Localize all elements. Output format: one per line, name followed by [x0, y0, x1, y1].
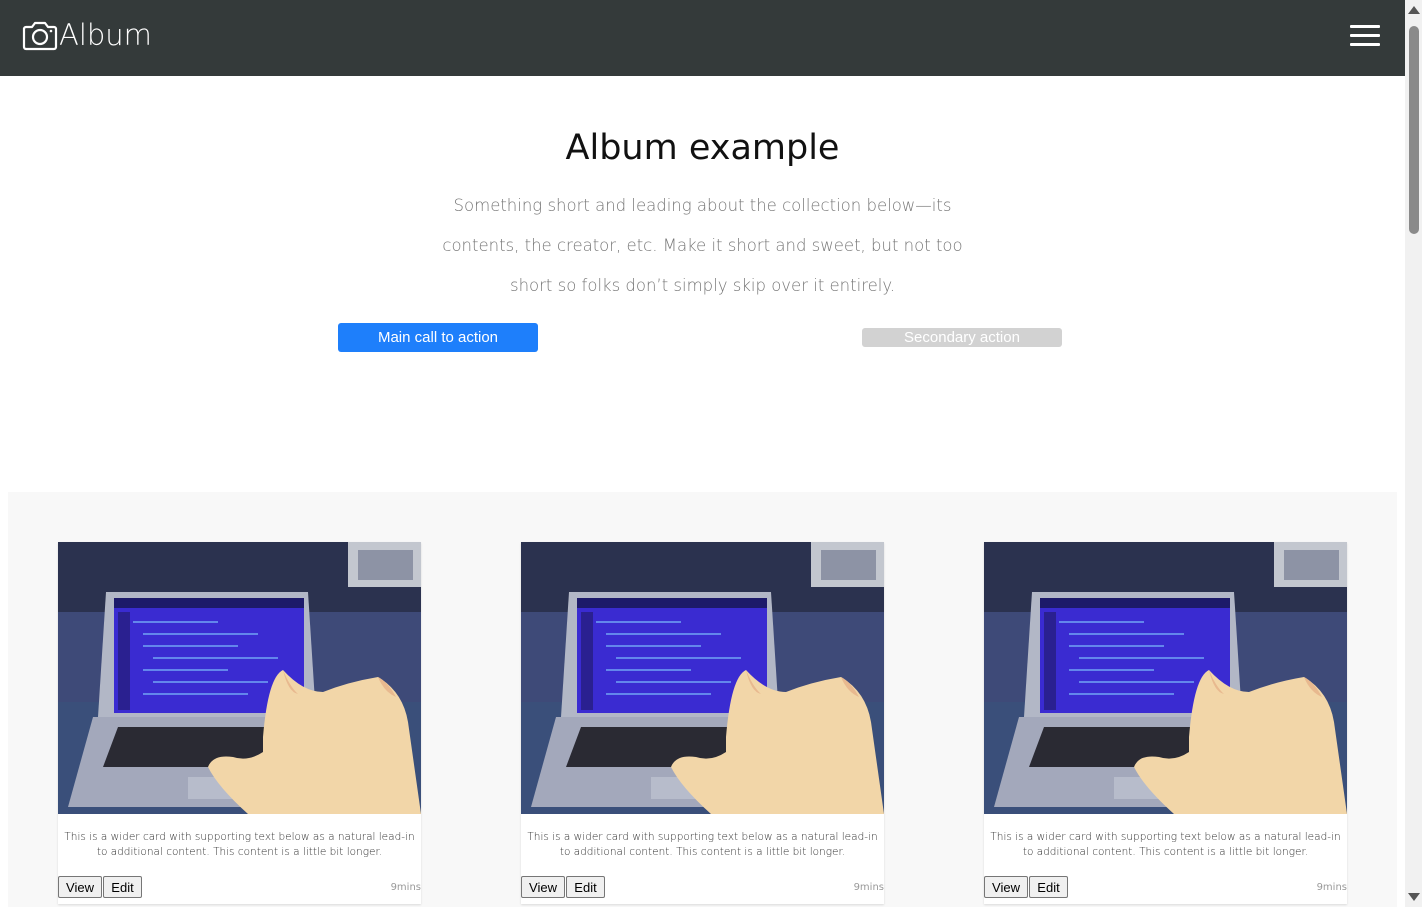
edit-button[interactable]: Edit [103, 876, 142, 898]
brand-name: Album [59, 18, 152, 52]
card-text: This is a wider card with supporting tex… [990, 831, 1341, 858]
card-time: 9mins [390, 882, 421, 893]
edit-button[interactable]: Edit [566, 876, 605, 898]
card-image [984, 542, 1347, 814]
album-section: This is a wider card with supporting tex… [8, 492, 1397, 907]
card-time: 9mins [853, 882, 884, 893]
view-button[interactable]: View [984, 876, 1028, 898]
scrollbar[interactable] [1405, 0, 1422, 907]
card-image [58, 542, 421, 814]
hamburger-menu-icon[interactable] [1350, 25, 1380, 47]
card-text: This is a wider card with supporting tex… [64, 831, 415, 858]
album-card: This is a wider card with supporting tex… [984, 542, 1347, 904]
main-call-to-action-button[interactable]: Main call to action [338, 323, 538, 352]
navbar: Album [0, 0, 1405, 76]
hero-lead-text: Something short and leading about the co… [442, 196, 963, 295]
view-button[interactable]: View [521, 876, 565, 898]
scroll-up-arrow-icon[interactable] [1408, 6, 1420, 14]
hero-title: Album example [565, 128, 840, 168]
card-text: This is a wider card with supporting tex… [527, 831, 878, 858]
edit-button[interactable]: Edit [1029, 876, 1068, 898]
card-time: 9mins [1316, 882, 1347, 893]
card-image [521, 542, 884, 814]
camera-icon [22, 21, 58, 51]
scrollbar-thumb[interactable] [1409, 26, 1419, 234]
brand-link[interactable]: Album [22, 19, 152, 51]
scroll-down-arrow-icon[interactable] [1408, 893, 1420, 901]
album-card: This is a wider card with supporting tex… [58, 542, 421, 904]
album-card: This is a wider card with supporting tex… [521, 542, 884, 904]
secondary-action-button[interactable]: Secondary action [862, 328, 1062, 347]
view-button[interactable]: View [58, 876, 102, 898]
